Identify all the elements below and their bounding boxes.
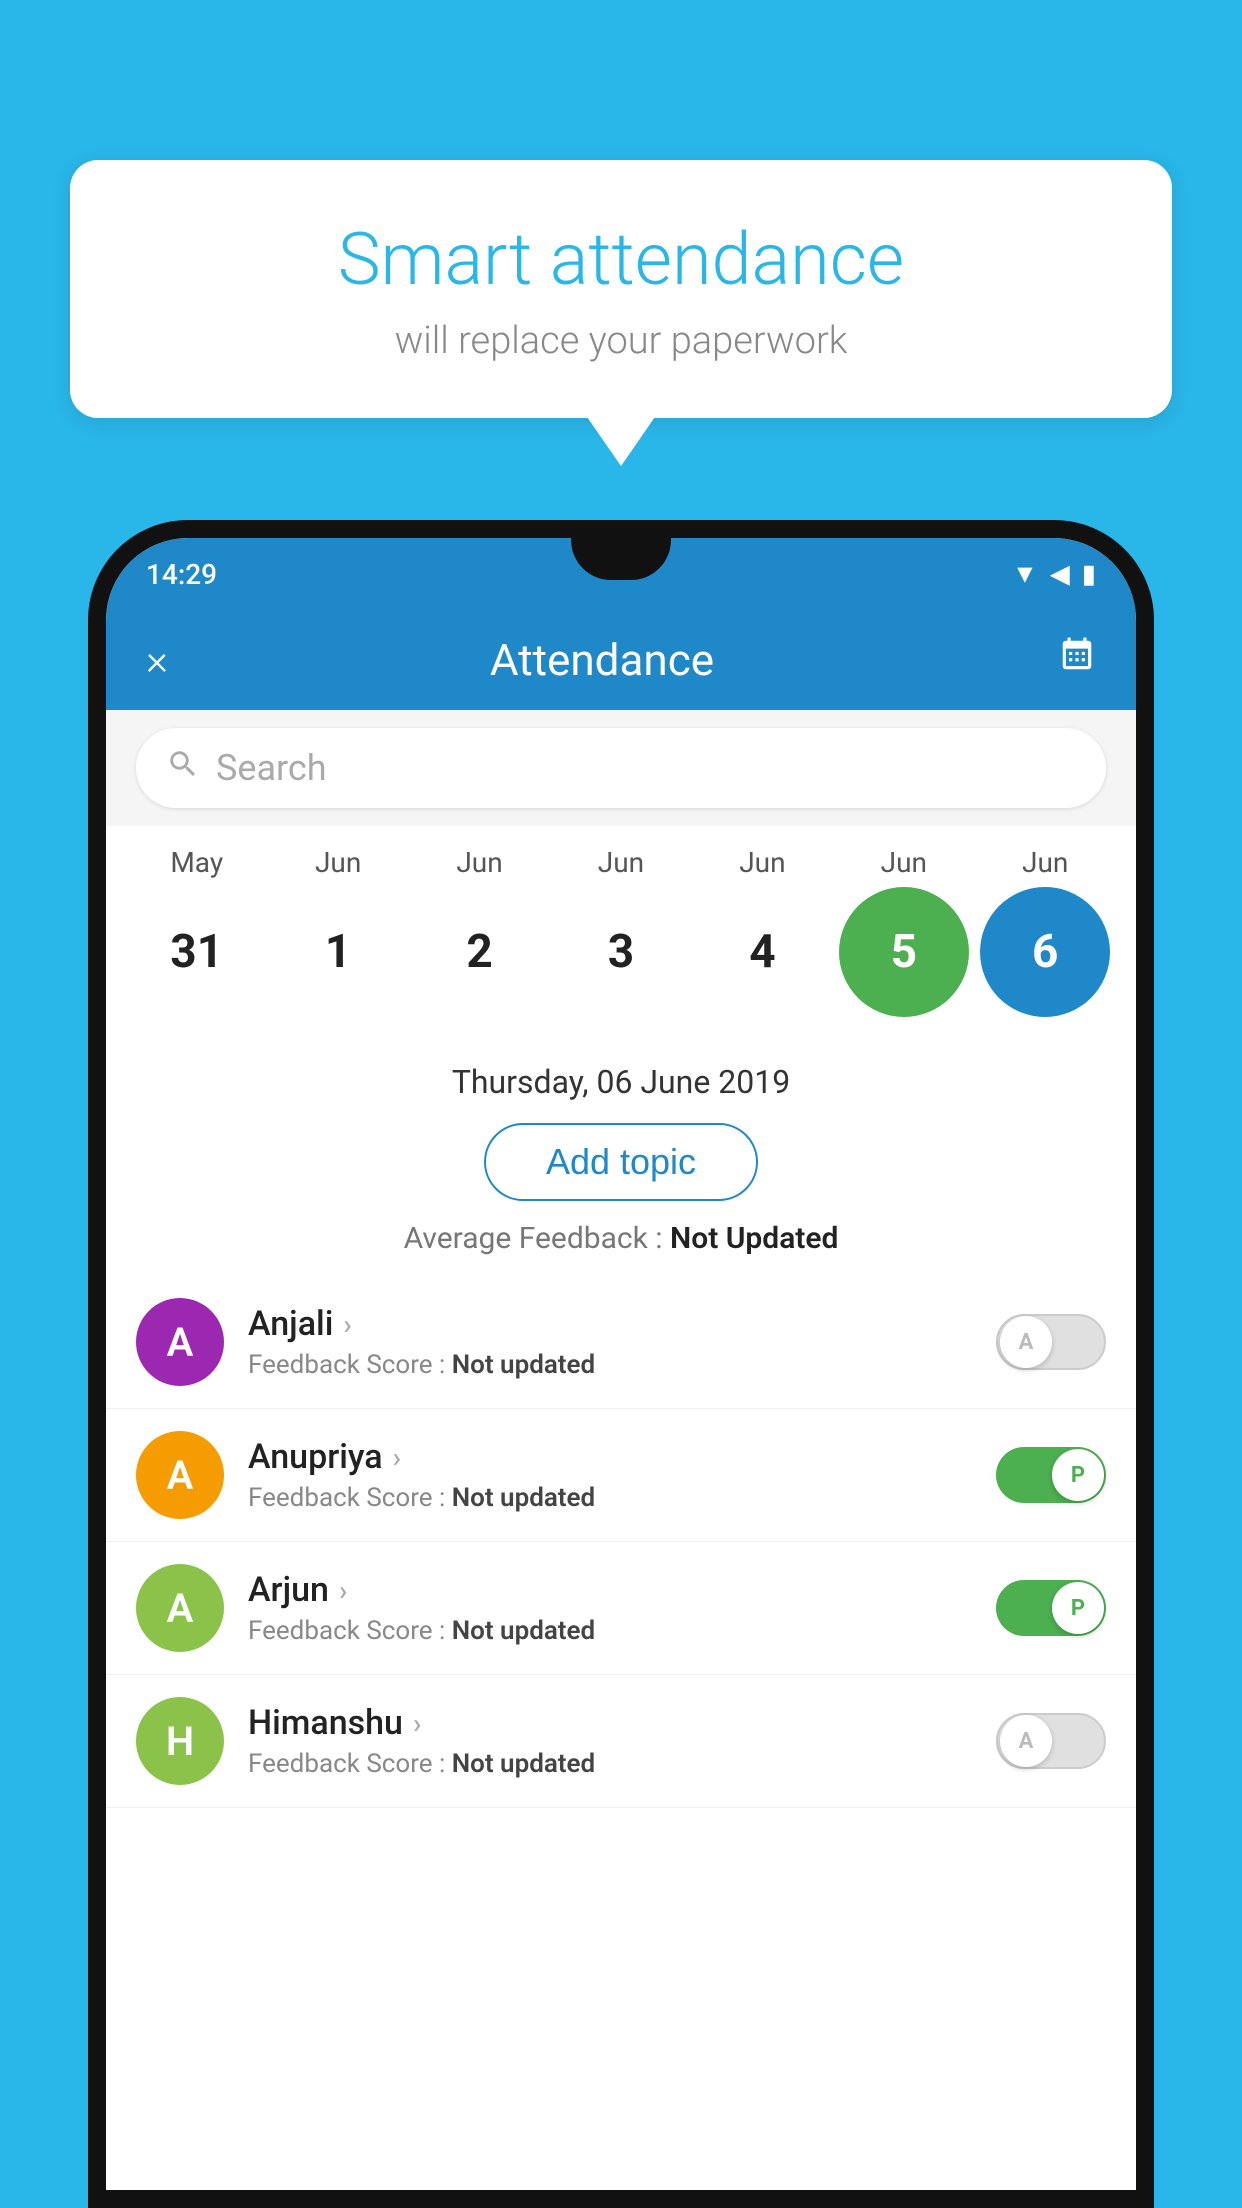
close-button[interactable]: × <box>146 636 206 685</box>
student-info: Anupriya › Feedback Score : Not updated <box>248 1437 996 1513</box>
calendar-day[interactable]: 3 <box>556 887 686 1017</box>
average-feedback: Average Feedback : Not Updated <box>106 1221 1136 1276</box>
calendar-day[interactable]: 31 <box>132 887 262 1017</box>
student-feedback: Feedback Score : Not updated <box>248 1749 996 1779</box>
battery-icon: ▮ <box>1082 559 1096 589</box>
list-item: A Anjali › Feedback Score : Not updated … <box>106 1276 1136 1409</box>
calendar-month: Jun <box>980 846 1110 879</box>
student-info: Anjali › Feedback Score : Not updated <box>248 1304 996 1380</box>
chevron-right-icon: › <box>339 1574 347 1607</box>
attendance-toggle[interactable]: A <box>996 1713 1106 1769</box>
avatar: A <box>136 1564 224 1652</box>
student-list: A Anjali › Feedback Score : Not updated … <box>106 1276 1136 1808</box>
calendar-month: Jun <box>839 846 969 879</box>
calendar-month: Jun <box>556 846 686 879</box>
student-name[interactable]: Arjun › <box>248 1570 996 1610</box>
phone-frame: 14:29 ▼ ◀ ▮ × Attendance <box>88 520 1154 2208</box>
chevron-right-icon: › <box>343 1308 351 1341</box>
attendance-toggle[interactable]: P <box>996 1447 1106 1503</box>
avatar: A <box>136 1431 224 1519</box>
speech-bubble: Smart attendance will replace your paper… <box>70 160 1172 418</box>
student-name[interactable]: Anupriya › <box>248 1437 996 1477</box>
calendar-month: May <box>132 846 262 879</box>
app-header: × Attendance <box>106 610 1136 710</box>
calendar-month: Jun <box>273 846 403 879</box>
avg-feedback-value: Not Updated <box>670 1221 838 1256</box>
calendar-day[interactable]: 1 <box>273 887 403 1017</box>
bubble-subtitle: will replace your paperwork <box>120 319 1122 363</box>
list-item: A Arjun › Feedback Score : Not updated P <box>106 1542 1136 1675</box>
student-feedback: Feedback Score : Not updated <box>248 1350 996 1380</box>
add-topic-container: Add topic <box>106 1111 1136 1221</box>
status-time: 14:29 <box>146 558 217 591</box>
add-topic-button[interactable]: Add topic <box>484 1123 758 1201</box>
chevron-right-icon: › <box>393 1441 401 1474</box>
student-info: Himanshu › Feedback Score : Not updated <box>248 1703 996 1779</box>
calendar-month: Jun <box>415 846 545 879</box>
toggle-knob: A <box>1000 1715 1052 1767</box>
list-item: A Anupriya › Feedback Score : Not update… <box>106 1409 1136 1542</box>
avg-feedback-label: Average Feedback : <box>404 1221 670 1256</box>
bubble-title: Smart attendance <box>120 220 1122 299</box>
toggle-knob: P <box>1052 1582 1104 1634</box>
signal-icon: ◀ <box>1050 559 1070 589</box>
search-placeholder: Search <box>216 747 327 789</box>
student-info: Arjun › Feedback Score : Not updated <box>248 1570 996 1646</box>
chevron-right-icon: › <box>413 1707 421 1740</box>
student-name[interactable]: Anjali › <box>248 1304 996 1344</box>
header-title: Attendance <box>206 634 998 686</box>
calendar-day[interactable]: 4 <box>697 887 827 1017</box>
student-name[interactable]: Himanshu › <box>248 1703 996 1743</box>
status-icons: ▼ ◀ ▮ <box>1012 559 1096 590</box>
student-feedback: Feedback Score : Not updated <box>248 1616 996 1646</box>
status-bar: 14:29 ▼ ◀ ▮ <box>106 538 1136 610</box>
phone-inner: 14:29 ▼ ◀ ▮ × Attendance <box>106 538 1136 2190</box>
calendar-months: May Jun Jun Jun Jun Jun Jun <box>126 846 1116 879</box>
attendance-toggle[interactable]: A <box>996 1314 1106 1370</box>
search-bar[interactable]: Search <box>136 728 1106 808</box>
wifi-icon: ▼ <box>1012 559 1038 590</box>
notch <box>571 538 671 580</box>
calendar-days: 31123456 <box>126 887 1116 1033</box>
attendance-toggle[interactable]: P <box>996 1580 1106 1636</box>
student-feedback: Feedback Score : Not updated <box>248 1483 996 1513</box>
calendar-strip: May Jun Jun Jun Jun Jun Jun 31123456 <box>106 826 1136 1043</box>
toggle-knob: P <box>1052 1449 1104 1501</box>
selected-date-label: Thursday, 06 June 2019 <box>106 1043 1136 1111</box>
toggle-knob: A <box>1000 1316 1052 1368</box>
calendar-icon[interactable] <box>1058 636 1096 684</box>
calendar-month: Jun <box>697 846 827 879</box>
list-item: H Himanshu › Feedback Score : Not update… <box>106 1675 1136 1808</box>
calendar-day[interactable]: 2 <box>415 887 545 1017</box>
calendar-day[interactable]: 5 <box>839 887 969 1017</box>
search-container: Search <box>106 710 1136 826</box>
avatar: A <box>136 1298 224 1386</box>
calendar-day[interactable]: 6 <box>980 887 1110 1017</box>
avatar: H <box>136 1697 224 1785</box>
search-icon <box>166 747 200 790</box>
